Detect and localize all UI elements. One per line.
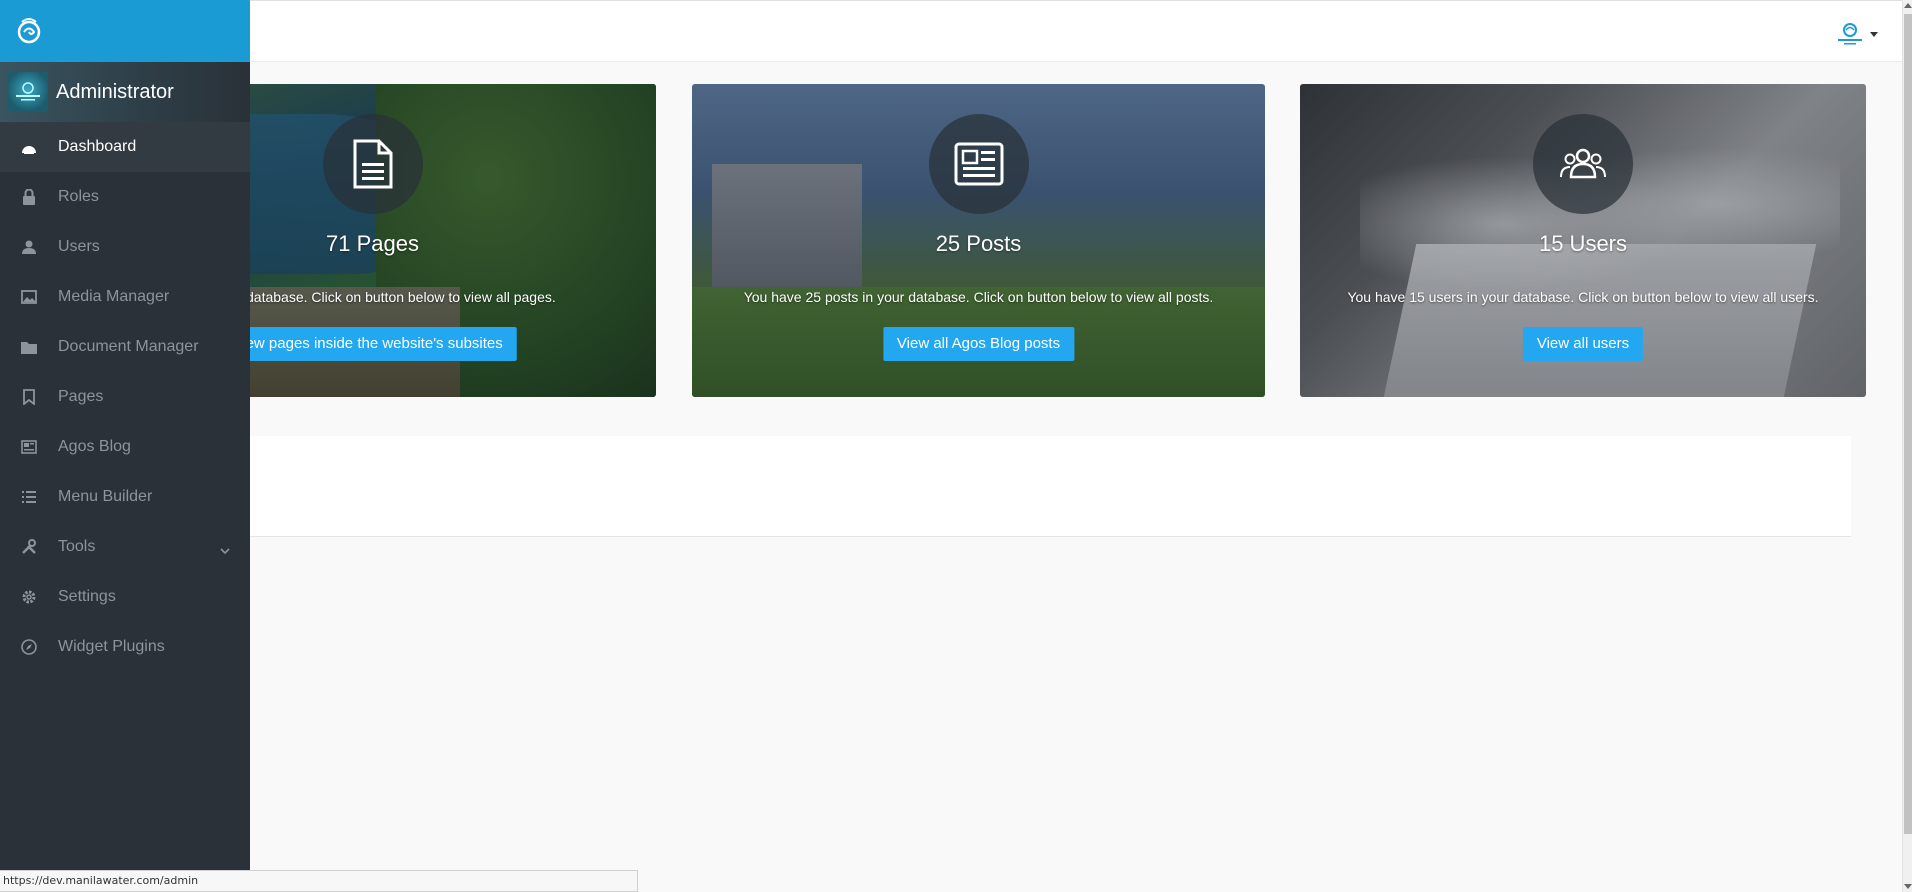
sidebar-profile[interactable]: Administrator — [0, 62, 250, 122]
view-posts-button[interactable]: View all Agos Blog posts — [882, 327, 1075, 361]
sidebar-item-agos-blog[interactable]: Agos Blog — [0, 422, 250, 472]
scroll-up-icon[interactable] — [1904, 3, 1912, 8]
sidebar-nav: Dashboard Roles Users Media Manager Docu… — [0, 122, 250, 672]
sidebar: Administrator Dashboard Roles Users Medi… — [0, 0, 250, 872]
sidebar-item-settings[interactable]: Settings — [0, 572, 250, 622]
newspaper-icon — [20, 438, 38, 456]
company-logo-icon — [16, 82, 40, 101]
tools-icon — [20, 538, 38, 556]
sidebar-item-users[interactable]: Users — [0, 222, 250, 272]
sidebar-item-label: Media Manager — [58, 288, 170, 305]
folder-icon — [20, 338, 38, 356]
brand-logo-icon — [17, 18, 41, 44]
dashboard-icon — [20, 138, 38, 156]
content-panel — [140, 436, 1851, 537]
group-icon — [1533, 114, 1633, 214]
view-users-button[interactable]: View all users — [1522, 327, 1644, 361]
sidebar-item-label: Agos Blog — [58, 438, 131, 455]
chevron-down-icon — [1870, 31, 1878, 37]
users-card: 15 Users You have 15 users in your datab… — [1300, 84, 1866, 397]
view-pages-button[interactable]: iew pages inside the website's subsites — [228, 327, 517, 361]
list-icon — [20, 488, 38, 506]
sidebar-item-pages[interactable]: Pages — [0, 372, 250, 422]
profile-name: Administrator — [56, 80, 174, 103]
scrollbar-thumb[interactable] — [1904, 14, 1912, 834]
bookmark-icon — [20, 388, 38, 406]
sidebar-item-label: Dashboard — [58, 138, 137, 155]
image-icon — [20, 288, 38, 306]
sidebar-item-menu-builder[interactable]: Menu Builder — [0, 472, 250, 522]
sidebar-item-label: Menu Builder — [58, 488, 153, 505]
compass-icon — [20, 638, 38, 656]
brand-bar[interactable] — [0, 0, 250, 62]
gear-icon — [20, 588, 38, 606]
status-url-bar: https://dev.manilawater.com/admin — [0, 870, 638, 892]
posts-count: 25 Posts — [935, 231, 1022, 256]
user-icon — [20, 238, 38, 256]
sidebar-item-tools[interactable]: Tools — [0, 522, 250, 572]
posts-description: You have 25 posts in your database. Clic… — [743, 289, 1214, 305]
sidebar-item-label: Widget Plugins — [58, 638, 165, 655]
sidebar-item-label: Document Manager — [58, 338, 199, 355]
sidebar-item-label: Users — [58, 238, 100, 255]
avatar — [8, 72, 48, 112]
sidebar-item-document-manager[interactable]: Document Manager — [0, 322, 250, 372]
vertical-scrollbar[interactable] — [1902, 0, 1912, 892]
newspaper-icon — [928, 114, 1029, 214]
sidebar-item-label: Tools — [58, 538, 96, 555]
scroll-down-icon[interactable] — [1904, 884, 1912, 889]
chevron-down-icon — [220, 542, 230, 560]
users-description: You have 15 users in your database. Clic… — [1347, 289, 1819, 305]
user-menu-dropdown[interactable] — [1836, 21, 1878, 47]
sidebar-item-label: Settings — [58, 588, 116, 605]
users-count: 15 Users — [1538, 231, 1628, 256]
sidebar-item-media-manager[interactable]: Media Manager — [0, 272, 250, 322]
document-icon — [322, 114, 423, 214]
sidebar-item-dashboard[interactable]: Dashboard — [0, 122, 250, 172]
top-navbar — [0, 0, 1902, 62]
sidebar-item-roles[interactable]: Roles — [0, 172, 250, 222]
sidebar-item-widget-plugins[interactable]: Widget Plugins — [0, 622, 250, 672]
sidebar-item-label: Roles — [58, 188, 99, 205]
sidebar-item-label: Pages — [58, 388, 104, 405]
posts-card: 25 Posts You have 25 posts in your datab… — [692, 84, 1265, 397]
company-logo-icon — [1838, 23, 1862, 45]
lock-icon — [20, 188, 38, 206]
